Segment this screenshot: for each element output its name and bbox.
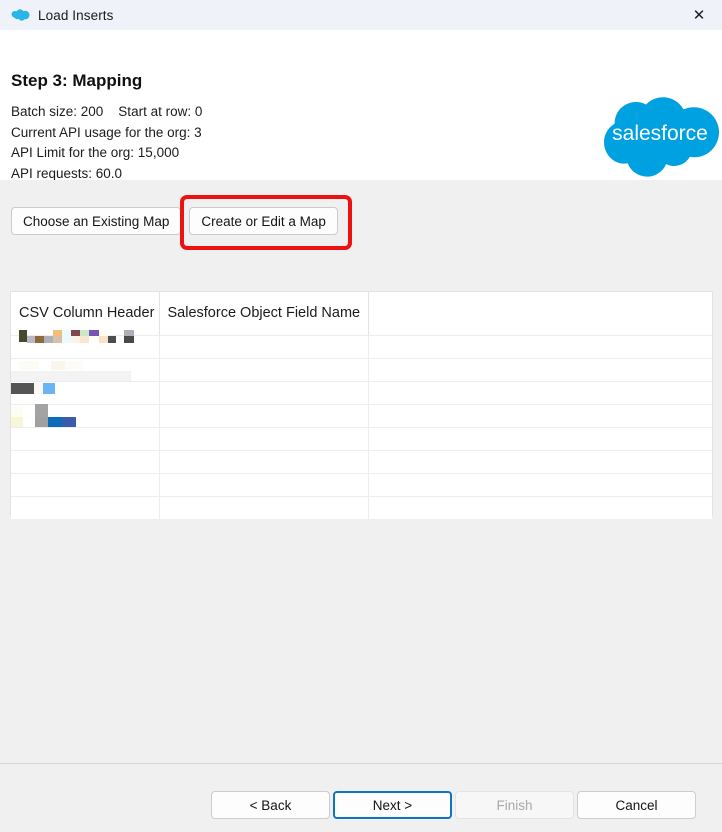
cell-extra[interactable] — [368, 496, 712, 519]
redacted-content — [11, 416, 23, 427]
cell-salesforce-field[interactable] — [159, 473, 369, 497]
dialog-header: Step 3: Mapping Batch size: 200 Start at… — [0, 30, 722, 180]
redacted-content — [19, 329, 27, 342]
map-toolbar: Choose an Existing Map Create or Edit a … — [11, 207, 338, 235]
cell-salesforce-field[interactable] — [159, 496, 369, 519]
next-button[interactable]: Next > — [333, 791, 452, 819]
redacted-content — [48, 416, 62, 427]
table-row[interactable] — [11, 358, 712, 382]
create-or-edit-a-map-button[interactable]: Create or Edit a Map — [189, 207, 338, 235]
cell-salesforce-field[interactable] — [159, 404, 369, 428]
salesforce-cloud-icon — [11, 9, 30, 21]
cell-extra[interactable] — [368, 335, 712, 359]
table-row[interactable] — [11, 496, 712, 519]
cell-salesforce-field[interactable] — [159, 335, 369, 359]
redacted-content — [53, 335, 62, 343]
redacted-content — [35, 335, 44, 343]
redacted-content — [62, 416, 76, 427]
redacted-content — [11, 406, 23, 417]
redacted-content — [124, 335, 134, 343]
back-button[interactable]: < Back — [211, 791, 330, 819]
table-row[interactable] — [11, 381, 712, 405]
cell-extra[interactable] — [368, 450, 712, 474]
finish-button: Finish — [455, 791, 574, 819]
svg-text:salesforce: salesforce — [612, 122, 708, 145]
table-row[interactable] — [11, 450, 712, 474]
redacted-content — [80, 335, 89, 343]
meta-api-requests: API requests: 60.0 — [11, 165, 123, 181]
cell-salesforce-field[interactable] — [159, 427, 369, 451]
redacted-content — [108, 335, 116, 343]
redacted-content — [43, 382, 55, 394]
cell-salesforce-field[interactable] — [159, 450, 369, 474]
dialog-footer: < Back Next > Finish Cancel — [0, 764, 722, 832]
cell-csv-column-header[interactable] — [11, 427, 160, 451]
load-inserts-dialog: Load Inserts ✕ Step 3: Mapping Batch siz… — [0, 0, 722, 832]
redacted-content — [27, 335, 35, 343]
redacted-content — [62, 329, 71, 343]
redacted-content — [89, 335, 99, 343]
cell-extra[interactable] — [368, 473, 712, 497]
meta-batch-size: Batch size: 200 Start at row: 0 — [11, 104, 203, 119]
redacted-content — [44, 335, 53, 343]
redacted-content — [71, 335, 80, 343]
redacted-content — [65, 360, 83, 370]
choose-an-existing-map-button[interactable]: Choose an Existing Map — [11, 207, 182, 235]
redacted-content — [11, 382, 34, 394]
meta-api-limit: API Limit for the org: 15,000 — [11, 145, 180, 160]
cell-csv-column-header[interactable] — [11, 358, 160, 382]
cell-csv-column-header[interactable] — [11, 381, 160, 405]
window-title: Load Inserts — [38, 7, 114, 23]
salesforce-logo: salesforce — [604, 97, 719, 177]
cell-extra[interactable] — [368, 358, 712, 382]
cell-csv-column-header[interactable] — [11, 329, 160, 359]
column-header-salesforce-object-field-name[interactable]: Salesforce Object Field Name — [159, 292, 369, 336]
navigation-buttons: < Back Next > Finish Cancel — [211, 791, 696, 819]
close-icon[interactable]: ✕ — [676, 0, 722, 30]
cell-extra[interactable] — [368, 404, 712, 428]
mapping-table: CSV Column Header Salesforce Object Fiel… — [10, 291, 713, 519]
title-bar: Load Inserts ✕ — [0, 0, 722, 30]
cell-csv-column-header[interactable] — [11, 496, 160, 519]
dialog-body: Choose an Existing Map Create or Edit a … — [0, 180, 722, 763]
page-title: Step 3: Mapping — [11, 71, 143, 90]
redacted-content — [35, 416, 48, 427]
table-header-row: CSV Column Header Salesforce Object Fiel… — [11, 292, 712, 336]
table-row[interactable] — [11, 473, 712, 497]
cell-csv-column-header[interactable] — [11, 450, 160, 474]
redacted-content — [99, 335, 108, 343]
cell-salesforce-field[interactable] — [159, 358, 369, 382]
cell-extra[interactable] — [368, 427, 712, 451]
table-row[interactable] — [11, 403, 712, 428]
redacted-content — [19, 360, 39, 370]
redacted-content — [11, 370, 131, 381]
column-header-blank[interactable] — [368, 292, 712, 336]
cell-extra[interactable] — [368, 381, 712, 405]
table-row[interactable] — [11, 427, 712, 451]
redacted-content — [35, 403, 48, 417]
meta-current-api-usage: Current API usage for the org: 3 — [11, 124, 202, 140]
cell-salesforce-field[interactable] — [159, 381, 369, 405]
table-body — [11, 329, 712, 519]
cell-csv-column-header[interactable] — [11, 403, 160, 428]
cell-csv-column-header[interactable] — [11, 473, 160, 497]
job-metadata: Batch size: 200 Start at row: 0 Current … — [11, 102, 202, 180]
redacted-content — [51, 360, 65, 370]
redacted-content — [34, 382, 43, 394]
cancel-button[interactable]: Cancel — [577, 791, 696, 819]
table-row[interactable] — [11, 329, 712, 359]
